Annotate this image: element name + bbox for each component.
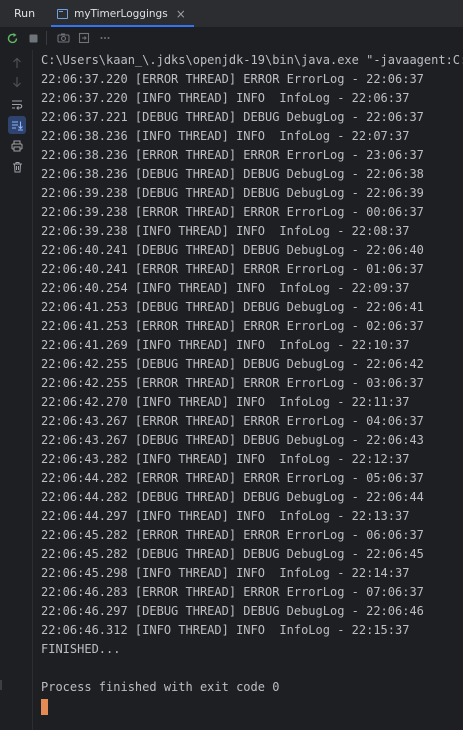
console-line: 22:06:41.253 [ERROR THREAD] ERROR ErrorL… <box>41 319 424 333</box>
console-line: 22:06:40.241 [DEBUG THREAD] DEBUG DebugL… <box>41 243 424 257</box>
clear-icon[interactable] <box>8 158 26 176</box>
console-line: 22:06:44.282 [ERROR THREAD] ERROR ErrorL… <box>41 471 424 485</box>
run-configuration-icon <box>57 8 69 19</box>
scroll-down-icon[interactable] <box>8 73 26 91</box>
scroll-to-end-icon[interactable] <box>8 116 26 134</box>
console-line: 22:06:45.298 [INFO THREAD] INFO InfoLog … <box>41 566 410 580</box>
console-line: 22:06:40.254 [INFO THREAD] INFO InfoLog … <box>41 281 410 295</box>
exit-code-message: Process finished with exit code 0 <box>41 680 280 694</box>
toolbar-separator <box>46 31 47 45</box>
console-line: 22:06:40.241 [ERROR THREAD] ERROR ErrorL… <box>41 262 424 276</box>
console-line: 22:06:41.269 [INFO THREAD] INFO InfoLog … <box>41 338 410 352</box>
console-line: 22:06:41.253 [DEBUG THREAD] DEBUG DebugL… <box>41 300 424 314</box>
tool-window-title: Run <box>14 7 36 20</box>
console-line: C:\Users\kaan_\.jdks\openjdk-19\bin\java… <box>41 53 463 67</box>
text-caret[interactable] <box>41 699 48 715</box>
rerun-icon[interactable] <box>3 29 21 47</box>
console-line: 22:06:38.236 [DEBUG THREAD] DEBUG DebugL… <box>41 167 424 181</box>
console-line: 22:06:46.312 [INFO THREAD] INFO InfoLog … <box>41 623 410 637</box>
console-line: 22:06:44.282 [DEBUG THREAD] DEBUG DebugL… <box>41 490 424 504</box>
soft-wrap-icon[interactable] <box>8 95 26 113</box>
console-line: 22:06:46.297 [DEBUG THREAD] DEBUG DebugL… <box>41 604 424 618</box>
tool-window-header: Run myTimerLoggings × <box>0 0 463 28</box>
console-line: 22:06:42.255 [ERROR THREAD] ERROR ErrorL… <box>41 376 424 390</box>
tab-mytimerloggings[interactable]: myTimerLoggings × <box>49 0 196 27</box>
console-line: 22:06:43.282 [INFO THREAD] INFO InfoLog … <box>41 452 410 466</box>
camera-icon[interactable] <box>54 29 72 47</box>
console-line: 22:06:38.236 [INFO THREAD] INFO InfoLog … <box>41 129 410 143</box>
console-line: 22:06:43.267 [ERROR THREAD] ERROR ErrorL… <box>41 414 424 428</box>
print-icon[interactable] <box>8 137 26 155</box>
console-line: 22:06:37.221 [DEBUG THREAD] DEBUG DebugL… <box>41 110 424 124</box>
console-line: 22:06:38.236 [ERROR THREAD] ERROR ErrorL… <box>41 148 424 162</box>
console-line: 22:06:43.267 [DEBUG THREAD] DEBUG DebugL… <box>41 433 424 447</box>
console-output[interactable]: C:\Users\kaan_\.jdks\openjdk-19\bin\java… <box>41 51 463 730</box>
console-line: 22:06:39.238 [DEBUG THREAD] DEBUG DebugL… <box>41 186 424 200</box>
console-line: 22:06:46.283 [ERROR THREAD] ERROR ErrorL… <box>41 585 424 599</box>
console-line: 22:06:39.238 [INFO THREAD] INFO InfoLog … <box>41 224 410 238</box>
console-line: 22:06:37.220 [INFO THREAD] INFO InfoLog … <box>41 91 410 105</box>
close-tab-icon[interactable]: × <box>176 8 186 20</box>
console-line: 22:06:39.238 [ERROR THREAD] ERROR ErrorL… <box>41 205 424 219</box>
console-line: 22:06:45.282 [ERROR THREAD] ERROR ErrorL… <box>41 528 424 542</box>
restore-layout-icon[interactable] <box>75 29 93 47</box>
more-icon[interactable] <box>96 29 114 47</box>
console-line: 22:06:42.255 [DEBUG THREAD] DEBUG DebugL… <box>41 357 424 371</box>
scrollbar[interactable] <box>0 680 2 690</box>
console-line: 22:06:37.220 [ERROR THREAD] ERROR ErrorL… <box>41 72 424 86</box>
console-line: FINISHED... <box>41 642 121 656</box>
console-line: 22:06:44.297 [INFO THREAD] INFO InfoLog … <box>41 509 410 523</box>
console-side-toolbar <box>0 50 33 730</box>
console-line: 22:06:42.270 [INFO THREAD] INFO InfoLog … <box>41 395 410 409</box>
run-tool-window: Run myTimerLoggings × C:\Users\kaan_\.jd… <box>0 0 463 730</box>
tab-label: myTimerLoggings <box>74 7 168 20</box>
console-line: 22:06:45.282 [DEBUG THREAD] DEBUG DebugL… <box>41 547 424 561</box>
stop-icon[interactable] <box>24 29 42 47</box>
run-toolbar <box>0 28 463 48</box>
scroll-up-icon[interactable] <box>8 54 26 72</box>
